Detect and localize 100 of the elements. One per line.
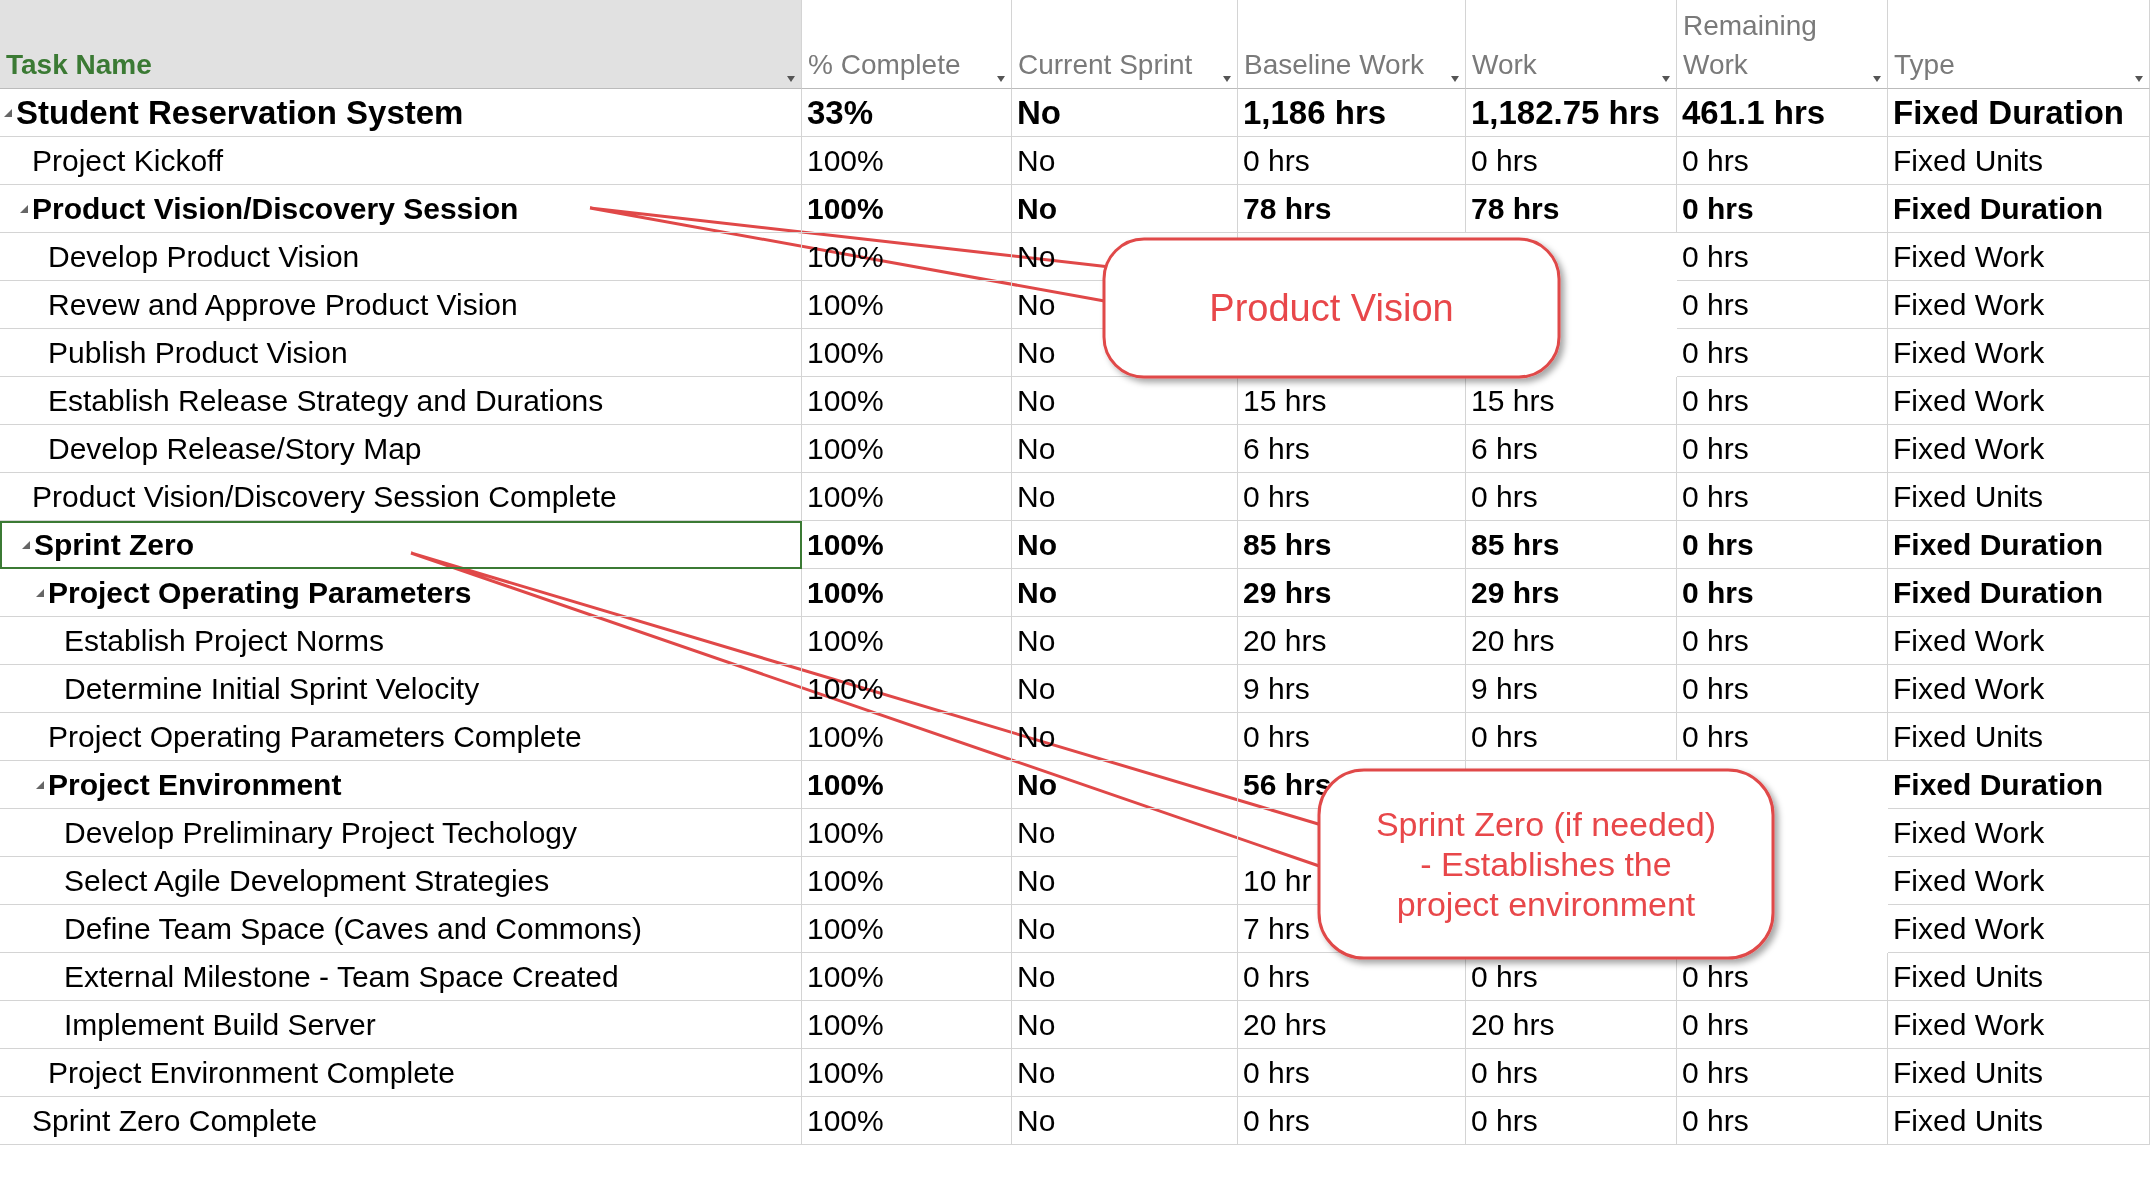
table-cell: 100% (802, 713, 1012, 761)
table-cell: Fixed Units (1888, 953, 2150, 1001)
dropdown-arrow-icon[interactable] (2135, 76, 2143, 82)
table-cell: 0 hrs (1238, 137, 1466, 185)
table-cell: 0 hrs (1466, 137, 1677, 185)
table-cell: Fixed Work (1888, 617, 2150, 665)
table-cell: No (1012, 185, 1238, 233)
table-cell: Fixed Work (1888, 665, 2150, 713)
task-name: Define Team Space (Caves and Commons) (64, 911, 643, 946)
table-cell: No (1012, 521, 1238, 569)
table-cell: 0 hrs (1677, 473, 1888, 521)
table-cell: Fixed Units (1888, 1097, 2150, 1145)
dropdown-arrow-icon[interactable] (1451, 76, 1459, 82)
task-name-cell[interactable]: Develop Product Vision (0, 233, 802, 281)
task-name: Product Vision/Discovery Session Complete (32, 479, 617, 514)
task-name-cell[interactable]: Establish Project Norms (0, 617, 802, 665)
table-cell: Fixed Work (1888, 905, 2150, 953)
table-cell: 0 hrs (1677, 329, 1888, 377)
table-cell: 100% (802, 425, 1012, 473)
table-cell: Fixed Duration (1888, 185, 2150, 233)
table-cell: Fixed Work (1888, 233, 2150, 281)
table-cell: No (1012, 761, 1238, 809)
dropdown-arrow-icon[interactable] (1662, 76, 1670, 82)
task-name-cell[interactable]: Product Vision/Discovery Session (0, 185, 802, 233)
task-name: External Milestone - Team Space Created (64, 959, 619, 994)
table-cell: 100% (802, 953, 1012, 1001)
table-cell: 100% (802, 1001, 1012, 1049)
table-cell: No (1012, 953, 1238, 1001)
table-cell: Fixed Duration (1888, 761, 2150, 809)
collapse-icon[interactable] (36, 588, 44, 597)
collapse-icon[interactable] (22, 541, 30, 549)
table-cell: 0 hrs (1466, 1097, 1677, 1145)
table-cell: 100% (802, 281, 1012, 329)
table-cell: 78 hrs (1238, 185, 1466, 233)
task-name: Establish Release Strategy and Durations (48, 383, 604, 418)
task-name: Project Kickoff (32, 143, 224, 178)
task-name-cell[interactable]: Product Vision/Discovery Session Complete (0, 473, 802, 521)
task-name: Sprint Zero Complete (32, 1103, 318, 1138)
task-name-cell[interactable]: Project Operating Parameters Complete (0, 713, 802, 761)
task-name-cell[interactable]: Project Kickoff (0, 137, 802, 185)
table-cell: 100% (802, 521, 1012, 569)
task-name: Revew and Approve Product Vision (48, 287, 518, 322)
task-name: Implement Build Server (64, 1007, 376, 1042)
table-cell: No (1012, 809, 1238, 857)
task-name: Determine Initial Sprint Velocity (64, 671, 480, 706)
column-header: Type (1894, 47, 1955, 82)
table-cell: 0 hrs (1677, 1001, 1888, 1049)
table-cell: 85 hrs (1466, 521, 1677, 569)
table-cell: 0 hrs (1238, 1049, 1466, 1097)
task-name-cell[interactable]: Project Operating Parameters (0, 569, 802, 617)
column-header: Work (1472, 47, 1537, 82)
task-name-cell[interactable]: Sprint Zero (0, 521, 802, 569)
table-cell: 9 hrs (1466, 665, 1677, 713)
task-name-cell[interactable]: Project Environment Complete (0, 1049, 802, 1097)
task-name-cell[interactable]: Establish Release Strategy and Durations (0, 377, 802, 425)
task-name-cell[interactable]: Select Agile Development Strategies (0, 857, 802, 905)
table-cell: Fixed Units (1888, 473, 2150, 521)
task-name: Student Reservation System (16, 93, 464, 132)
task-name: Project Environment Complete (48, 1055, 455, 1090)
column-header: Remaining Work (1683, 8, 1818, 82)
table-cell: 100% (802, 617, 1012, 665)
task-name: Develop Release/Story Map (48, 431, 422, 466)
task-name-cell[interactable]: Develop Preliminary Project Techology (0, 809, 802, 857)
table-cell: 0 hrs (1466, 713, 1677, 761)
task-name: Develop Preliminary Project Techology (64, 815, 578, 850)
task-name-cell[interactable]: Publish Product Vision (0, 329, 802, 377)
table-cell: 0 hrs (1677, 617, 1888, 665)
table-cell: 0 hrs (1677, 281, 1888, 329)
table-cell: Fixed Duration (1888, 521, 2150, 569)
table-cell: No (1012, 1049, 1238, 1097)
task-name-cell[interactable]: Revew and Approve Product Vision (0, 281, 802, 329)
collapse-icon[interactable] (4, 108, 12, 117)
task-name-cell[interactable]: Project Environment (0, 761, 802, 809)
task-name-cell[interactable]: External Milestone - Team Space Created (0, 953, 802, 1001)
collapse-icon[interactable] (36, 780, 44, 789)
table-cell: Fixed Work (1888, 857, 2150, 905)
table-cell: 9 hrs (1238, 665, 1466, 713)
collapse-icon[interactable] (20, 204, 28, 213)
table-cell: 20 hrs (1238, 1001, 1466, 1049)
task-name-cell[interactable]: Determine Initial Sprint Velocity (0, 665, 802, 713)
task-name-cell[interactable]: Implement Build Server (0, 1001, 802, 1049)
table-cell: 0 hrs (1677, 713, 1888, 761)
table-cell: 100% (802, 377, 1012, 425)
task-name: Select Agile Development Strategies (64, 863, 550, 898)
task-name-cell[interactable]: Sprint Zero Complete (0, 1097, 802, 1145)
column-header: % Complete (808, 47, 961, 82)
table-cell: 33% (802, 89, 1012, 137)
table-cell: Fixed Units (1888, 137, 2150, 185)
task-name-cell[interactable]: Develop Release/Story Map (0, 425, 802, 473)
table-cell: 0 hrs (1238, 713, 1466, 761)
dropdown-arrow-icon[interactable] (997, 76, 1005, 82)
table-cell: 0 hrs (1677, 425, 1888, 473)
table-cell: 1,182.75 hrs (1466, 89, 1677, 137)
dropdown-arrow-icon[interactable] (1873, 76, 1881, 82)
task-name-cell[interactable]: Student Reservation System (0, 89, 802, 137)
task-name-cell[interactable]: Define Team Space (Caves and Commons) (0, 905, 802, 953)
dropdown-arrow-icon[interactable] (787, 76, 795, 82)
dropdown-arrow-icon[interactable] (1223, 76, 1231, 82)
table-cell: No (1012, 425, 1238, 473)
column-header: Current Sprint (1018, 47, 1193, 82)
